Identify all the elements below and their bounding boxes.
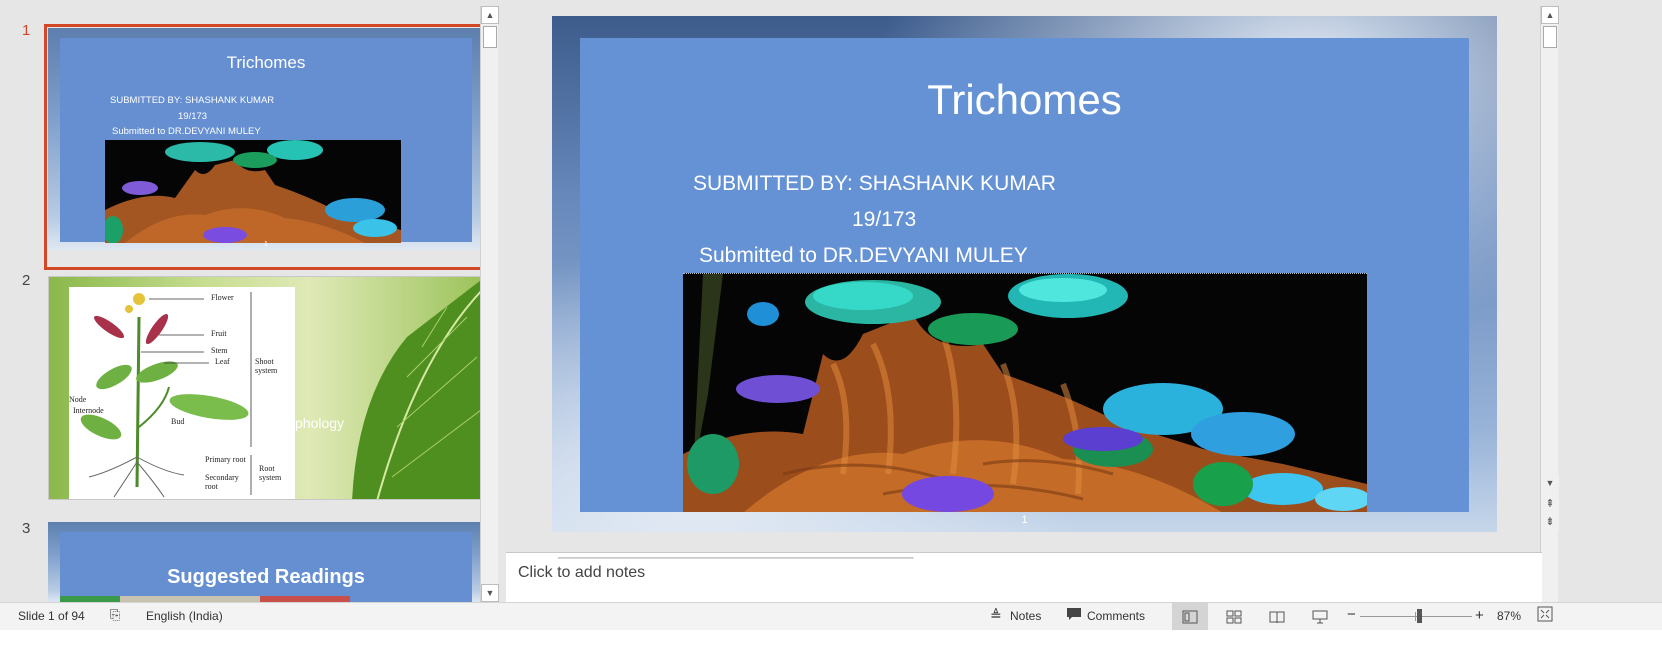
thumbnail-1-submitted-by: SUBMITTED BY: SHASHANK KUMAR (110, 95, 275, 106)
normal-view-icon (1182, 610, 1198, 623)
diagram-label-primary-root: Primary root (205, 455, 246, 464)
diagram-label-stem: Stem (211, 346, 228, 355)
diagram-label-shoot-system: Shoot system (255, 357, 278, 375)
zoom-slider-track[interactable] (1360, 609, 1472, 623)
scroll-down-icon[interactable]: ▼ (481, 584, 499, 602)
notes-icon[interactable]: ≜ (990, 607, 1002, 624)
slide-sorter-button[interactable] (1216, 603, 1252, 630)
diagram-label-fruit: Fruit (211, 329, 227, 338)
scroll-down-icon[interactable]: ▼ (1541, 474, 1559, 492)
powerpoint-window: 1 Trichomes SUBMITTED BY: SHASHANK KUMAR… (0, 0, 1662, 667)
reading-view-icon (1269, 611, 1285, 623)
trichome-image[interactable] (683, 273, 1367, 512)
zoom-out-button[interactable]: − (1347, 606, 1356, 623)
slide-indicator[interactable]: Slide 1 of 94 (18, 609, 85, 623)
plant-diagram: Flower Fruit Stem Leaf Shoot system Node… (69, 287, 295, 499)
comments-icon[interactable] (1066, 607, 1082, 624)
diagram-label-node: Node (69, 395, 87, 404)
thumbnail-1-roll: 19/173 (178, 111, 208, 122)
leaf-image (352, 278, 483, 499)
slide-roll-number[interactable]: 19/173 (852, 208, 916, 232)
thumbnail-number-2: 2 (22, 272, 31, 289)
status-bar: Slide 1 of 94 ⎘ English (India) ≜ Notes … (0, 602, 1662, 630)
slide-thumbnail-1[interactable]: Trichomes SUBMITTED BY: SHASHANK KUMAR 1… (48, 28, 484, 250)
scroll-up-icon[interactable]: ▲ (481, 6, 499, 24)
thumbnail-1-submitted-to: Submitted to DR.DEVYANI MULEY (112, 126, 261, 137)
language-indicator[interactable]: English (India) (146, 609, 223, 623)
slide-title[interactable]: Trichomes (552, 76, 1497, 124)
diagram-label-root-system: Root system (259, 464, 282, 482)
slide-sorter-icon (1226, 610, 1242, 623)
slide-submitted-to[interactable]: Submitted to DR.DEVYANI MULEY (699, 244, 1028, 268)
fit-slide-icon[interactable] (1537, 606, 1553, 625)
current-slide[interactable]: Trichomes SUBMITTED BY: SHASHANK KUMAR 1… (552, 16, 1497, 532)
scrollbar-thumb[interactable] (483, 26, 497, 48)
slide-show-button[interactable] (1302, 603, 1338, 630)
next-slide-icon[interactable]: ⇟ (1541, 512, 1559, 530)
slide-page-number: 1 (1021, 514, 1028, 526)
thumbnail-1-trichome-image (105, 140, 401, 243)
notes-button[interactable]: Notes (1010, 609, 1041, 623)
slide-thumbnail-pane: 1 Trichomes SUBMITTED BY: SHASHANK KUMAR… (0, 0, 508, 637)
zoom-in-button[interactable]: + (1475, 607, 1484, 624)
slide-editing-pane: Trichomes SUBMITTED BY: SHASHANK KUMAR 1… (510, 0, 1662, 602)
reading-view-button[interactable] (1259, 603, 1295, 630)
zoom-slider-thumb[interactable] (1417, 609, 1423, 623)
previous-slide-icon[interactable]: ⇞ (1541, 494, 1559, 512)
thumbnail-number-1: 1 (22, 22, 31, 39)
thumbnail-scrollbar[interactable]: ▲ ▼ (480, 6, 499, 602)
slide-scrollbar[interactable]: ▲ ▼ ⇞ ⇟ (1540, 6, 1559, 602)
thumbnail-3-title: Suggested Readings (167, 566, 365, 588)
diagram-label-flower: Flower (211, 293, 234, 302)
slide-submitted-by[interactable]: SUBMITTED BY: SHASHANK KUMAR (693, 172, 1056, 196)
diagram-label-bud: Bud (171, 417, 185, 426)
spell-check-icon[interactable]: ⎘ (110, 607, 120, 623)
diagram-label-secondary-root: Secondary root (205, 473, 239, 491)
normal-view-button[interactable] (1172, 603, 1208, 630)
scrollbar-thumb[interactable] (1543, 26, 1557, 48)
slide-show-icon (1312, 610, 1328, 623)
thumbnail-2-title-fragment: phology (295, 415, 345, 431)
slide-thumbnail-3[interactable]: Suggested Readings (48, 522, 484, 602)
diagram-label-leaf: Leaf (215, 357, 230, 366)
slide-thumbnail-2[interactable]: phology Flower Fruit Stem Leaf Shoot sys… (48, 276, 484, 500)
zoom-level[interactable]: 87% (1497, 609, 1521, 623)
scroll-up-icon[interactable]: ▲ (1541, 6, 1559, 24)
thumbnail-1-title: Trichomes (226, 53, 306, 72)
comments-button[interactable]: Comments (1087, 609, 1145, 623)
notes-pane[interactable]: ▁▁▁▁▁▁▁▁▁▁▁▁▁▁▁▁▁▁▁▁▁▁▁▁▁▁▁▁▁▁▁▁▁▁▁▁▁▁▁▁… (506, 547, 1542, 602)
thumbnail-number-3: 3 (22, 520, 31, 537)
diagram-label-internode: Internode (73, 406, 104, 415)
notes-placeholder[interactable]: Click to add notes (518, 564, 645, 582)
thumbnail-1-page-number: 1 (264, 241, 268, 248)
